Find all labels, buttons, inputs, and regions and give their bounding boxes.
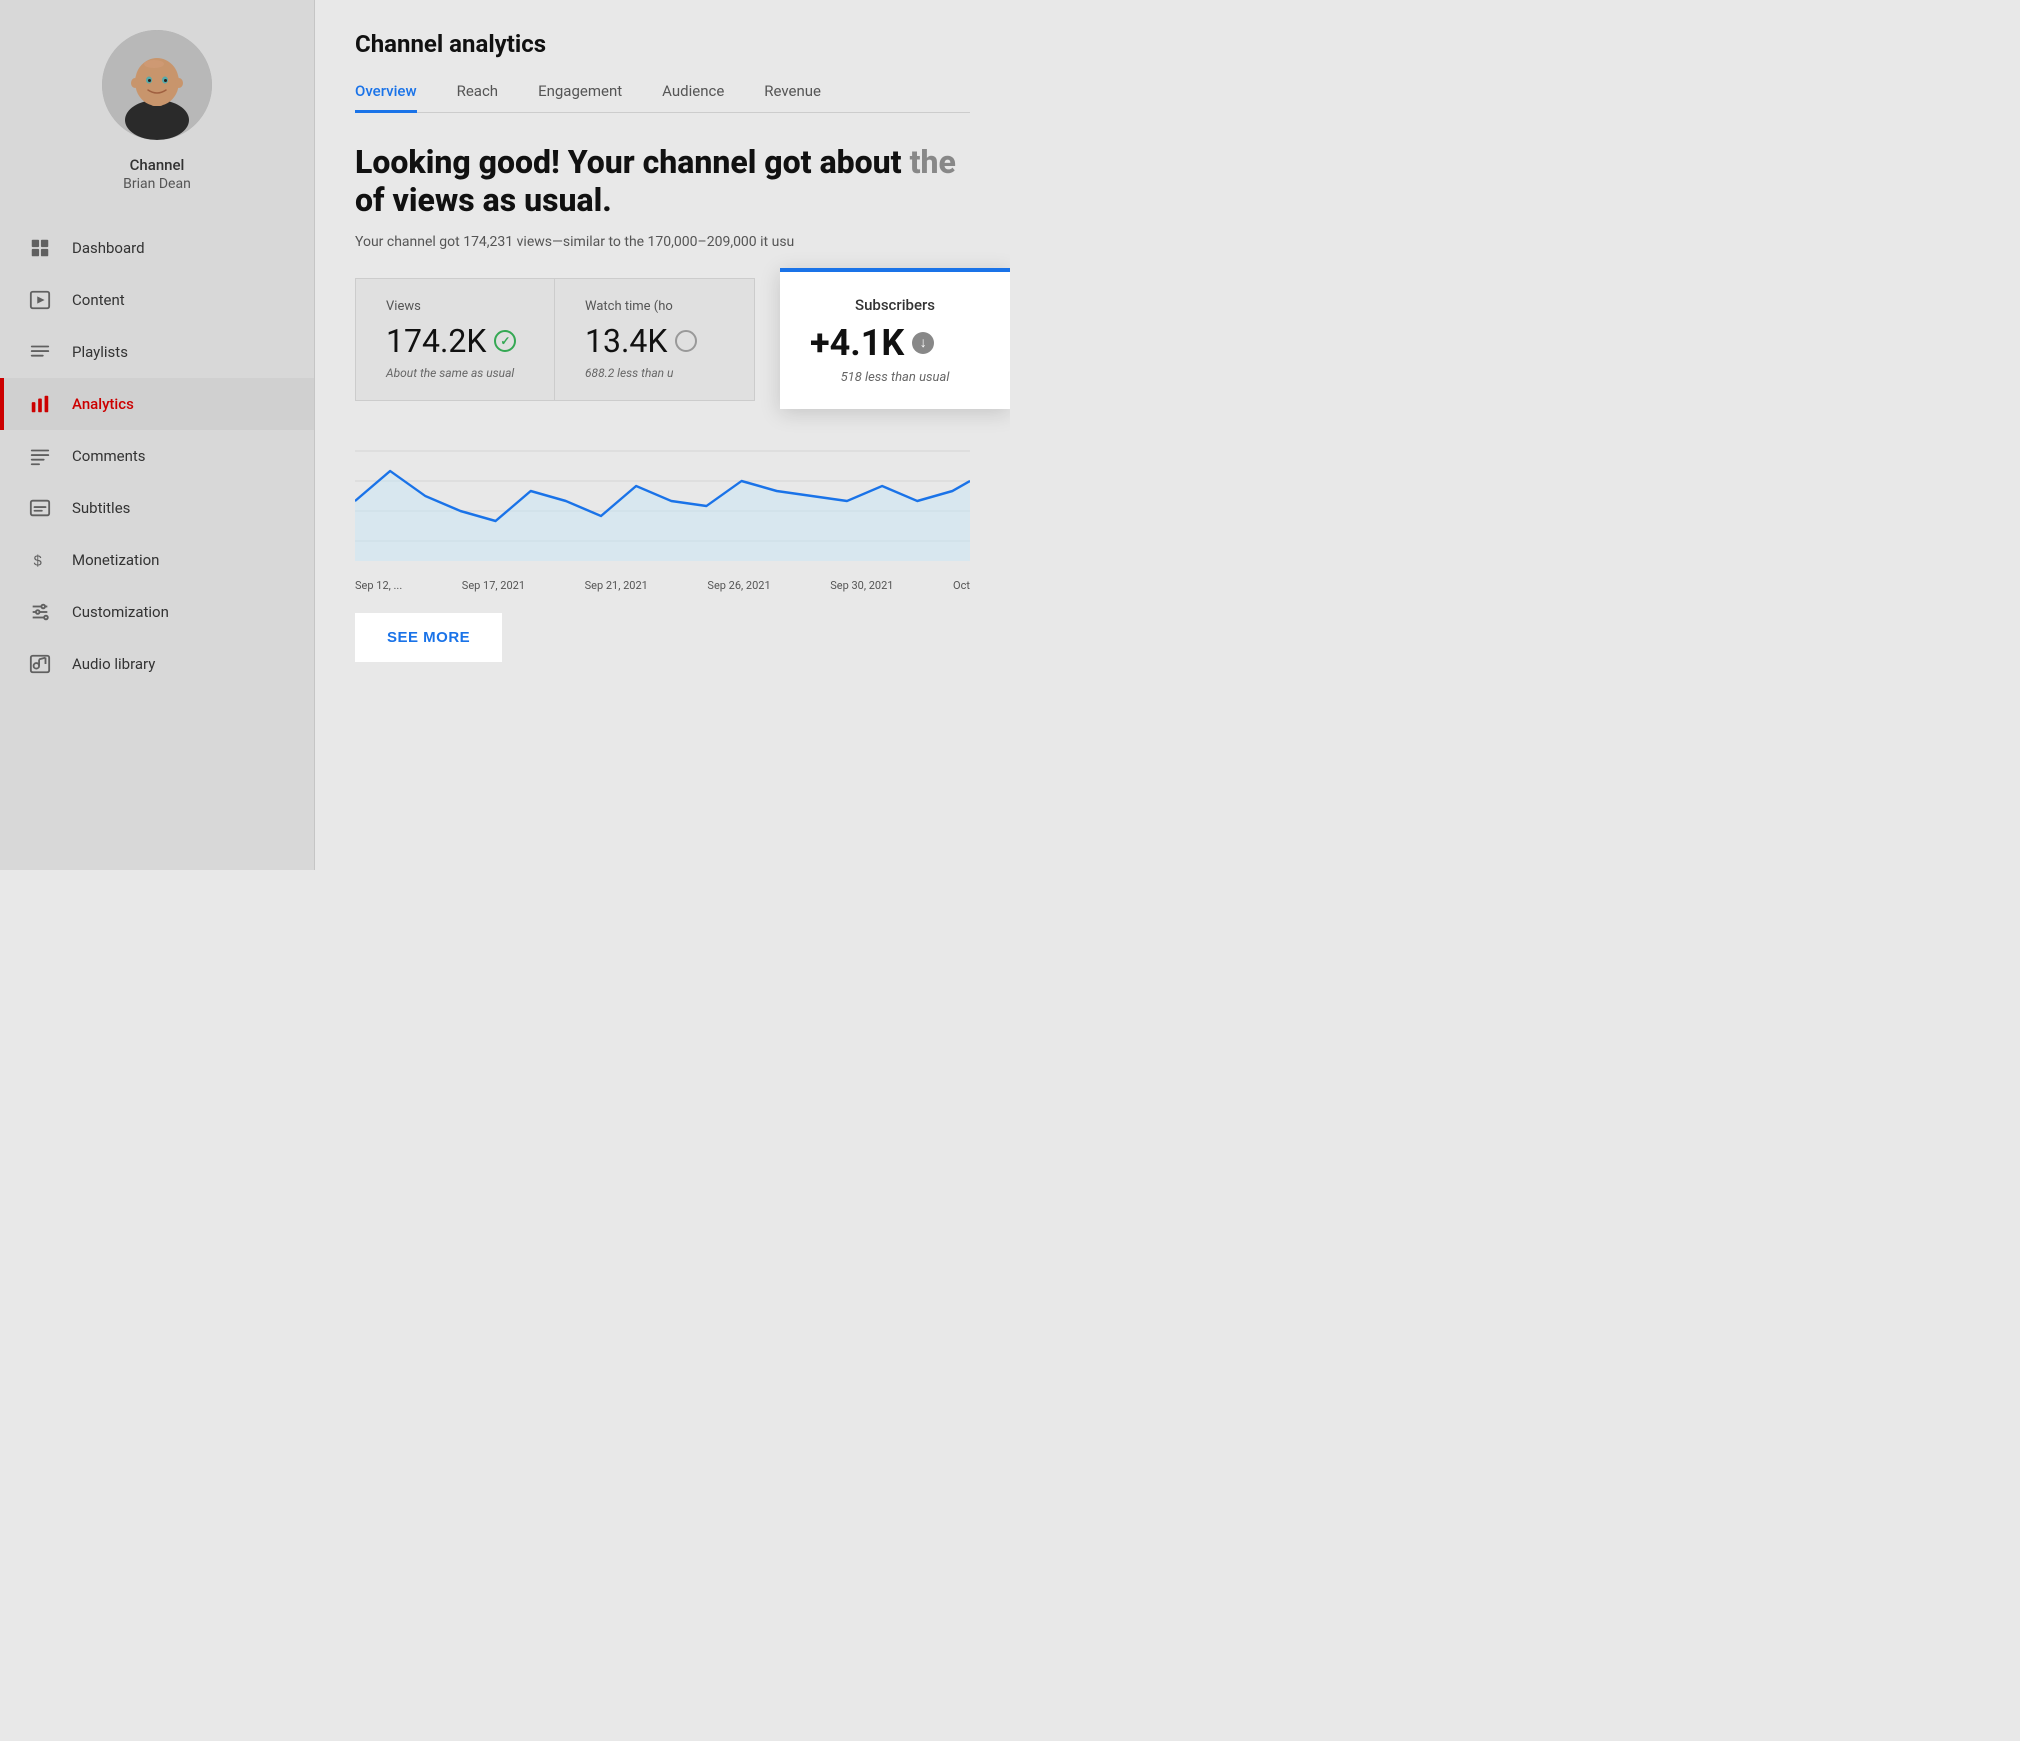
sidebar-item-label: Audio library <box>72 655 155 673</box>
channel-label: Channel <box>130 156 185 174</box>
analytics-icon <box>28 392 52 416</box>
subs-status-icon <box>912 332 934 354</box>
sidebar-item-playlists[interactable]: Playlists <box>0 326 314 378</box>
headline: Looking good! Your channel got about the… <box>355 143 970 220</box>
sidebar-item-customization[interactable]: Customization <box>0 586 314 638</box>
tab-revenue[interactable]: Revenue <box>764 82 821 112</box>
subtext: Your channel got 174,231 views—similar t… <box>355 234 970 250</box>
line-chart <box>355 421 970 571</box>
chart-label-3: Sep 26, 2021 <box>707 579 770 592</box>
sidebar-item-label: Dashboard <box>72 239 145 257</box>
svg-text:$: $ <box>34 554 42 570</box>
sidebar-item-dashboard[interactable]: Dashboard <box>0 222 314 274</box>
metric-watch-label: Watch time (ho <box>585 299 724 314</box>
chart-label-0: Sep 12, ... <box>355 579 402 592</box>
avatar <box>102 30 212 140</box>
sidebar-item-label: Comments <box>72 447 146 465</box>
sidebar-item-label: Analytics <box>72 395 134 413</box>
chart-label-5: Oct <box>953 579 970 592</box>
metric-watch-note: 688.2 less than u <box>585 366 724 380</box>
channel-name: Brian Dean <box>123 176 191 192</box>
sidebar-item-label: Content <box>72 291 125 309</box>
views-status-icon <box>494 330 516 352</box>
audio-library-icon <box>28 652 52 676</box>
subtitles-icon <box>28 496 52 520</box>
headline-part3: of views as usual. <box>355 181 612 219</box>
chart-container: Sep 12, ... Sep 17, 2021 Sep 21, 2021 Se… <box>355 421 970 601</box>
page-title: Channel analytics <box>355 30 970 58</box>
sidebar-item-audio-library[interactable]: Audio library <box>0 638 314 690</box>
metric-views-value: 174.2K <box>386 322 524 360</box>
tab-reach[interactable]: Reach <box>457 82 498 112</box>
metric-watch-value: 13.4K <box>585 322 724 360</box>
chart-label-2: Sep 21, 2021 <box>585 579 648 592</box>
watch-time-status-icon <box>675 330 697 352</box>
sidebar-item-monetization[interactable]: $ Monetization <box>0 534 314 586</box>
see-more-button[interactable]: SEE MORE <box>355 613 502 662</box>
chart-label-4: Sep 30, 2021 <box>830 579 893 592</box>
metric-views-note: About the same as usual <box>386 366 524 380</box>
tab-audience[interactable]: Audience <box>662 82 724 112</box>
sidebar-item-subtitles[interactable]: Subtitles <box>0 482 314 534</box>
metric-subs-label: Subscribers <box>810 296 980 314</box>
tab-engagement[interactable]: Engagement <box>538 82 622 112</box>
comments-icon <box>28 444 52 468</box>
sidebar-item-label: Customization <box>72 603 169 621</box>
dashboard-icon <box>28 236 52 260</box>
tabs-container: Overview Reach Engagement Audience Reven… <box>355 82 970 113</box>
nav-items: Dashboard Content Playlists Analytics <box>0 222 314 690</box>
sidebar-item-analytics[interactable]: Analytics <box>0 378 314 430</box>
sidebar-item-label: Monetization <box>72 551 159 569</box>
playlists-icon <box>28 340 52 364</box>
metric-views: Views 174.2K About the same as usual <box>355 278 555 401</box>
metrics-row: Views 174.2K About the same as usual Wat… <box>355 278 970 401</box>
monetization-icon: $ <box>28 548 52 572</box>
chart-labels: Sep 12, ... Sep 17, 2021 Sep 21, 2021 Se… <box>355 575 970 596</box>
customization-icon <box>28 600 52 624</box>
sidebar: Channel Brian Dean Dashboard Content Pla… <box>0 0 315 870</box>
metric-watch-time: Watch time (ho 13.4K 688.2 less than u <box>555 278 755 401</box>
metric-subs-note: 518 less than usual <box>810 370 980 385</box>
headline-part1: Looking good! Your channel got about <box>355 143 902 181</box>
sidebar-item-content[interactable]: Content <box>0 274 314 326</box>
metric-subscribers: Subscribers +4.1K 518 less than usual <box>780 268 1010 409</box>
sidebar-item-label: Subtitles <box>72 499 130 517</box>
tab-overview[interactable]: Overview <box>355 82 417 112</box>
metric-views-label: Views <box>386 299 524 314</box>
sidebar-item-label: Playlists <box>72 343 128 361</box>
main-content: Channel analytics Overview Reach Engagem… <box>315 0 1010 870</box>
content-icon <box>28 288 52 312</box>
metric-subs-value: +4.1K <box>810 322 980 364</box>
sidebar-item-comments[interactable]: Comments <box>0 430 314 482</box>
chart-label-1: Sep 17, 2021 <box>462 579 525 592</box>
headline-part2: the <box>910 143 956 181</box>
